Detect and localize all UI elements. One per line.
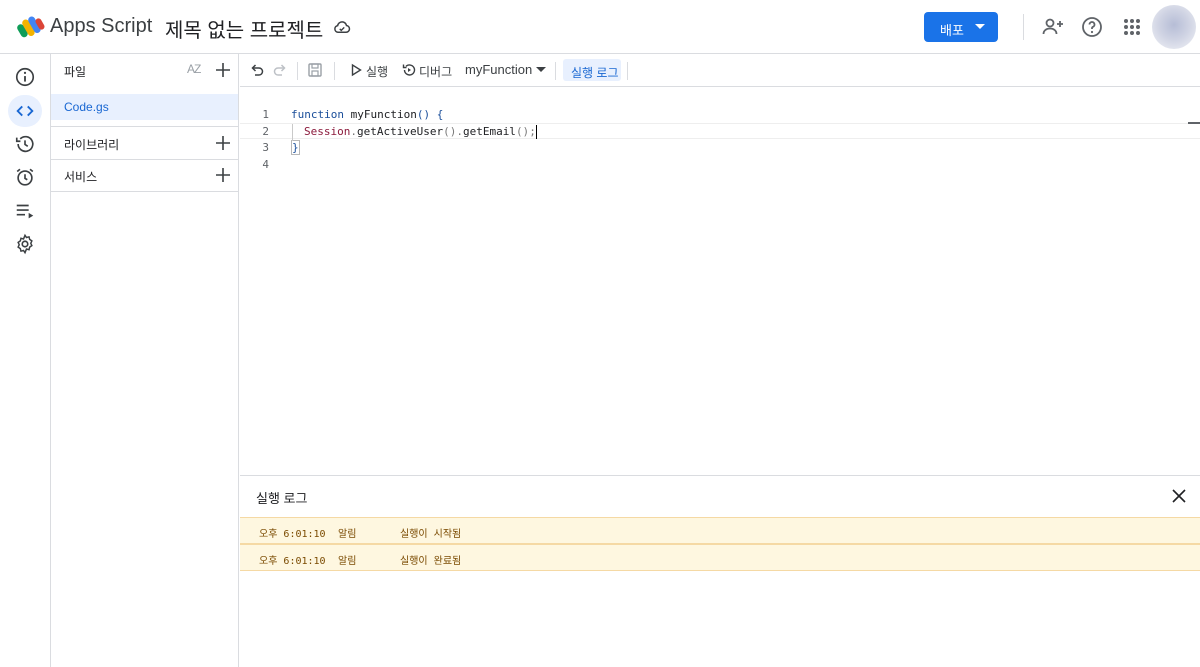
add-service-icon[interactable] [215, 167, 231, 183]
chevron-down-icon[interactable] [536, 67, 546, 72]
cloud-saved-icon [334, 21, 351, 33]
divider [1023, 14, 1024, 40]
log-row: 오후 6:01:10 알림 실행이 완료됨 [240, 544, 1200, 571]
code-line[interactable]: 1 function myFunction() { [240, 107, 1200, 123]
divider [51, 191, 238, 192]
log-level: 알림 [338, 556, 357, 567]
app-name[interactable]: Apps Script [50, 15, 152, 38]
code-text: Session.getActiveUser().getEmail(); [304, 125, 537, 139]
deploy-button-label: 배포 [940, 23, 964, 38]
execution-log-panel: 실행 로그 오후 6:01:10 알림 실행이 시작됨 오후 6:01:10 알… [240, 475, 1200, 667]
divider [334, 62, 335, 80]
code-text: function myFunction() { [291, 108, 444, 121]
playlist-icon[interactable] [14, 200, 36, 222]
libraries-label: 라이브러리 [64, 138, 120, 152]
execution-log-title: 실행 로그 [256, 491, 308, 506]
help-icon[interactable] [1080, 15, 1104, 39]
run-button[interactable]: 실행 [366, 63, 388, 80]
log-message: 실행이 완료됨 [400, 556, 462, 567]
debug-button[interactable]: 디버그 [419, 63, 452, 80]
execution-log-toggle-label: 실행 로그 [571, 66, 619, 80]
alarm-icon[interactable] [14, 166, 36, 188]
close-icon[interactable] [1172, 489, 1186, 503]
log-time: 오후 6:01:10 [259, 529, 326, 540]
project-title[interactable]: 제목 없는 프로젝트 [165, 14, 323, 43]
code-editor[interactable]: 1 function myFunction() { 2 Session.getA… [240, 88, 1200, 475]
code-icon[interactable] [14, 100, 36, 122]
debug-icon[interactable] [401, 62, 417, 78]
add-person-icon[interactable] [1041, 15, 1065, 39]
execution-log-toggle[interactable]: 실행 로그 [563, 59, 621, 81]
function-select[interactable]: myFunction [465, 62, 532, 77]
line-number: 1 [262, 108, 269, 121]
line-number: 3 [262, 141, 269, 154]
log-row: 오후 6:01:10 알림 실행이 시작됨 [240, 517, 1200, 544]
code-line[interactable]: 4 [240, 157, 1200, 173]
log-level: 알림 [338, 529, 357, 540]
editor-toolbar: 실행 디버그 myFunction 실행 로그 [240, 54, 1200, 87]
add-library-icon[interactable] [215, 135, 231, 151]
divider [297, 62, 298, 80]
add-file-icon[interactable] [215, 62, 231, 78]
log-message: 실행이 시작됨 [400, 529, 462, 540]
divider [555, 62, 556, 80]
left-navigation-rail [0, 54, 51, 667]
sort-az-icon[interactable]: AZ [187, 62, 201, 76]
services-section-header[interactable]: 서비스 [51, 159, 238, 192]
services-label: 서비스 [64, 170, 98, 184]
redo-icon[interactable] [272, 62, 288, 78]
line-number: 4 [262, 158, 269, 171]
deploy-button[interactable]: 배포 [924, 12, 998, 42]
save-icon[interactable] [307, 62, 323, 78]
apps-grid-icon[interactable] [1120, 15, 1144, 39]
files-section-label: 파일 [64, 65, 87, 79]
top-app-bar: Apps Script 제목 없는 프로젝트 배포 [0, 0, 1200, 54]
chevron-down-icon [975, 24, 985, 29]
settings-icon[interactable] [14, 233, 36, 255]
file-name: Code.gs [64, 100, 109, 114]
log-time: 오후 6:01:10 [259, 556, 326, 567]
code-text: } [291, 140, 300, 155]
code-line-current[interactable]: 2 Session.getActiveUser().getEmail(); [240, 123, 1200, 139]
files-section-header: 파일 AZ [51, 54, 238, 87]
libraries-section-header[interactable]: 라이브러리 [51, 127, 238, 160]
indent-guide [292, 124, 293, 141]
text-cursor [535, 125, 537, 139]
apps-script-logo[interactable] [17, 14, 45, 40]
undo-icon[interactable] [249, 62, 265, 78]
history-icon[interactable] [14, 133, 36, 155]
code-line[interactable]: 3 } [240, 140, 1200, 156]
file-item-code-gs[interactable]: Code.gs [51, 94, 238, 120]
info-icon[interactable] [14, 66, 36, 88]
overview-ruler-marker [1188, 122, 1200, 124]
avatar[interactable] [1152, 5, 1196, 49]
line-number: 2 [262, 125, 269, 138]
divider [627, 62, 628, 80]
play-icon[interactable] [348, 62, 364, 78]
file-panel: 파일 AZ Code.gs 라이브러리 서비스 [51, 54, 239, 667]
